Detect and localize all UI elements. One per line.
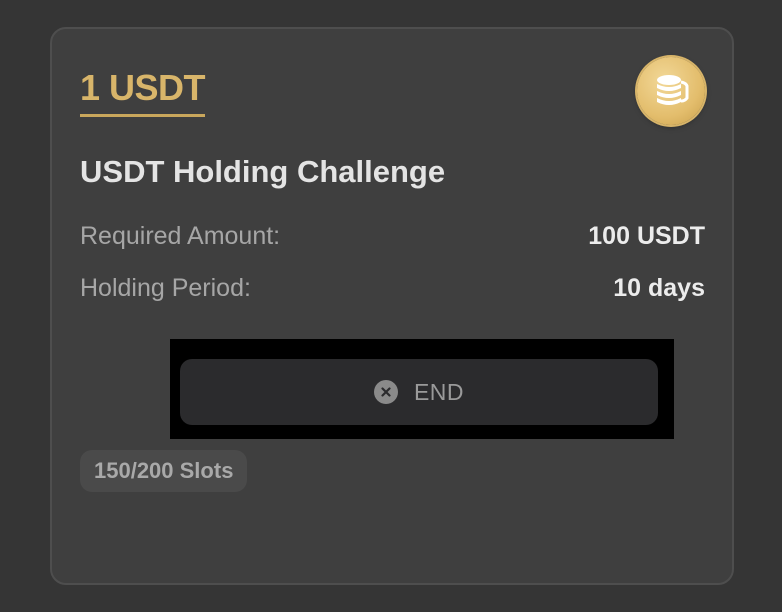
- holding-period-value: 10 days: [613, 274, 705, 302]
- end-button-label: END: [413, 378, 465, 405]
- reward-amount: 1 USDT: [80, 67, 206, 108]
- holding-period-label: Holding Period:: [80, 274, 251, 302]
- required-amount-value: 100 USDT: [588, 222, 705, 250]
- challenge-card: 1 USDT USDT Holding Challenge Required A…: [50, 27, 734, 585]
- coins-stack-icon: [637, 57, 705, 125]
- slots-badge: 150/200 Slots: [80, 450, 248, 492]
- reward-underline: [80, 114, 205, 117]
- end-button-frame: END: [170, 339, 674, 439]
- close-circle-icon: [373, 380, 398, 404]
- required-amount-label: Required Amount:: [80, 222, 281, 250]
- challenge-title: USDT Holding Challenge: [80, 154, 446, 189]
- end-button[interactable]: END: [180, 359, 658, 425]
